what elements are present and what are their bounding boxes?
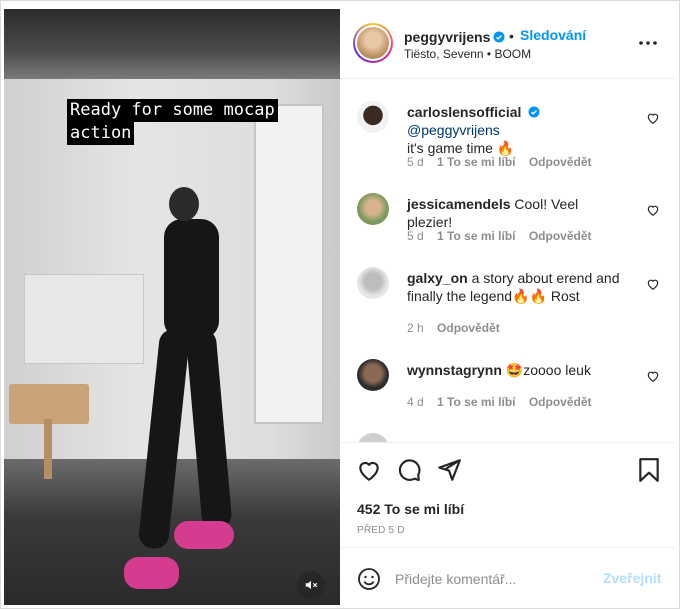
comment-like-heart-icon[interactable] <box>646 277 660 291</box>
comment-bubble-icon[interactable] <box>396 457 422 483</box>
comment-meta: 5 d 1 To se mi líbí Odpovědět <box>407 155 602 169</box>
post-comment-button[interactable]: Zveřejnit <box>603 570 661 586</box>
comment-mention[interactable]: @peggyvrijens <box>407 122 500 138</box>
comment-like-count[interactable]: 1 To se mi líbí <box>437 229 515 243</box>
commenter-username[interactable]: jessicamendels <box>407 196 511 212</box>
author-avatar[interactable] <box>353 23 393 63</box>
author-avatar-image <box>357 27 389 59</box>
comment-text: carloslensofficial @peggyvrijens it's ga… <box>407 103 627 157</box>
follow-button[interactable]: Sledování <box>520 27 586 43</box>
comments-list[interactable]: carloslensofficial @peggyvrijens it's ga… <box>341 80 675 442</box>
comment-text: wynnstagrynn 🤩zoooo leuk <box>407 361 627 379</box>
comment-body: 🤩zoooo leuk <box>505 362 591 378</box>
verified-badge-icon <box>528 106 540 118</box>
video-person-shoe <box>124 557 179 589</box>
mute-button[interactable] <box>297 571 325 599</box>
comment-text: galxy_on a story about erend and finally… <box>407 269 627 305</box>
commenter-avatar[interactable] <box>357 433 389 442</box>
comment-age[interactable]: 5 d <box>407 155 424 169</box>
video-ceiling <box>4 9 340 79</box>
commenter-username[interactable]: carloslensofficial <box>407 104 521 120</box>
commenter-username[interactable]: galxy_on <box>407 270 468 286</box>
author-username-text[interactable]: peggyvrijens <box>404 29 490 45</box>
comment-body: it's game time 🔥 <box>407 140 515 156</box>
comment-like-heart-icon[interactable] <box>646 203 660 217</box>
comment-age[interactable]: 5 d <box>407 229 424 243</box>
comment-meta: 5 d 1 To se mi líbí Odpovědět <box>407 229 602 243</box>
commenter-avatar[interactable] <box>357 193 389 225</box>
post-video[interactable]: Ready for some mocap action <box>4 9 340 605</box>
video-caption-line: Ready for some mocap <box>67 99 278 122</box>
comment-reply-button[interactable]: Odpovědět <box>437 321 500 335</box>
more-horizontal-icon <box>639 41 657 45</box>
share-paper-plane-icon[interactable] <box>436 457 462 483</box>
commenter-username[interactable]: wynnstagrynn <box>407 362 502 378</box>
comment-like-count[interactable]: 1 To se mi líbí <box>437 155 515 169</box>
video-person-shoe <box>174 521 234 549</box>
comment-reply-button[interactable]: Odpovědět <box>529 155 592 169</box>
add-comment-bar: Zveřejnit <box>341 547 675 607</box>
like-count[interactable]: 452 To se mi líbí <box>357 501 464 517</box>
video-window <box>254 104 324 424</box>
post-dialog: Ready for some mocap action peggyvrijens… <box>0 0 680 609</box>
header-separator: • <box>509 28 514 44</box>
speaker-muted-icon <box>305 580 318 590</box>
video-caption-line: action <box>67 122 135 145</box>
comment-reply-button[interactable]: Odpovědět <box>529 395 592 409</box>
comment-meta: 4 d 1 To se mi líbí Odpovědět <box>407 395 602 409</box>
comment-age[interactable]: 4 d <box>407 395 424 409</box>
like-heart-icon[interactable] <box>356 457 382 483</box>
comment-reply-button[interactable]: Odpovědět <box>529 229 592 243</box>
video-caption: Ready for some mocap action <box>67 99 278 145</box>
commenter-avatar[interactable] <box>357 359 389 391</box>
post-header: peggyvrijens • Sledování Tiësto, Sevenn … <box>341 9 675 79</box>
emoji-smiley-icon[interactable] <box>357 567 381 591</box>
comment-like-heart-icon[interactable] <box>646 111 660 125</box>
comment-like-count[interactable]: 1 To se mi líbí <box>437 395 515 409</box>
author-username[interactable]: peggyvrijens <box>404 29 505 45</box>
video-chair-leg <box>44 419 52 479</box>
save-bookmark-icon[interactable] <box>636 457 662 483</box>
post-time[interactable]: PŘED 5 D <box>357 525 405 536</box>
comment-age[interactable]: 2 h <box>407 321 424 335</box>
more-options-button[interactable] <box>637 33 659 53</box>
commenter-avatar[interactable] <box>357 267 389 299</box>
video-person-body <box>164 219 219 339</box>
comment-like-heart-icon[interactable] <box>646 369 660 383</box>
comment-input[interactable] <box>395 568 585 590</box>
comment-meta: 2 h Odpovědět <box>407 321 510 335</box>
music-info[interactable]: Tiësto, Sevenn • BOOM <box>404 47 531 61</box>
video-person-head <box>169 187 199 221</box>
post-actions: 452 To se mi líbí PŘED 5 D <box>341 442 675 547</box>
comment-text: jessicamendels Cool! Veel plezier! <box>407 195 627 231</box>
verified-badge-icon <box>493 31 505 43</box>
video-chair <box>9 384 89 424</box>
video-shelf <box>24 274 144 364</box>
commenter-avatar[interactable] <box>357 101 389 133</box>
